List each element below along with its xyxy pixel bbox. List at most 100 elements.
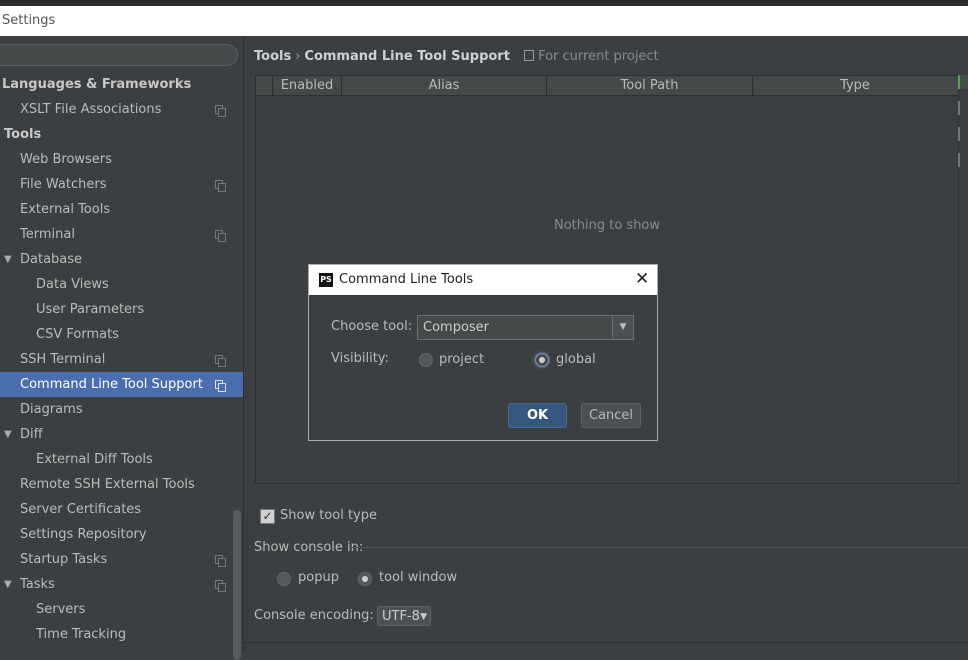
console-tool-window-label[interactable]: tool window <box>379 570 457 585</box>
dropdown-arrow-icon[interactable]: ▼ <box>612 316 633 339</box>
sidebar-item[interactable]: ▼ Tasks <box>0 572 243 597</box>
table-toolbar <box>958 75 968 205</box>
sidebar-item[interactable]: Servers <box>0 597 243 622</box>
column-header-spacer <box>256 76 273 95</box>
dropdown-arrow-icon: ▼ <box>420 612 427 622</box>
column-header-enabled[interactable]: Enabled <box>273 76 342 95</box>
project-scope-icon <box>215 230 226 242</box>
sidebar-scrollbar[interactable] <box>233 510 241 660</box>
console-encoding-select[interactable]: UTF-8 ▼ <box>377 606 431 626</box>
breadcrumb: Tools › Command Line Tool Support For curr… <box>254 47 659 67</box>
visibility-label: Visibility: <box>331 351 389 366</box>
breadcrumb-separator: › <box>295 49 301 64</box>
sidebar-item-label: SSH Terminal <box>20 352 106 367</box>
sidebar-item-label: Languages & Frameworks <box>2 77 192 92</box>
expand-arrow-icon[interactable]: ▼ <box>4 247 12 272</box>
show-console-in-label: Show console in: <box>254 540 364 555</box>
sidebar-item[interactable]: Startup Tasks <box>0 547 243 572</box>
sidebar-item[interactable]: User Parameters <box>0 297 243 322</box>
page-title: Command Line Tool Support <box>304 49 510 64</box>
sidebar-item-label: Time Tracking <box>36 627 127 642</box>
sidebar-item[interactable]: ▼ Database <box>0 247 243 272</box>
edit-icon[interactable] <box>958 127 968 141</box>
project-scope-icon <box>215 105 226 117</box>
project-scope-icon <box>215 555 226 567</box>
sidebar-item-label: Tasks <box>20 577 55 592</box>
section-divider <box>350 547 968 548</box>
console-encoding-label: Console encoding: <box>254 608 374 623</box>
sidebar-item[interactable]: File Watchers <box>0 172 243 197</box>
show-tool-type-label[interactable]: Show tool type <box>280 508 377 523</box>
copy-icon[interactable] <box>958 153 968 167</box>
bottom-divider <box>243 642 968 643</box>
project-scope-icon <box>215 580 226 592</box>
visibility-project-label[interactable]: project <box>439 352 484 367</box>
scope-text: For current project <box>538 49 659 64</box>
sidebar-item[interactable]: Diagrams <box>0 397 243 422</box>
sidebar-item-label: Command Line Tool Support <box>20 377 203 392</box>
sidebar-item[interactable]: Time Tracking <box>0 622 243 647</box>
settings-sidebar: Languages & Frameworks XSLT File Associat… <box>0 36 244 660</box>
breadcrumb-parent[interactable]: Tools <box>254 49 291 64</box>
command-line-tools-dialog: PS Command Line Tools ✕ Choose tool: Com… <box>308 264 658 441</box>
show-tool-type-checkbox[interactable]: ✓ <box>260 509 275 524</box>
sidebar-item[interactable]: Languages & Frameworks <box>0 72 243 97</box>
console-popup-radio[interactable] <box>277 572 291 586</box>
column-header-type[interactable]: Type <box>753 76 957 95</box>
project-scope-icon <box>215 355 226 367</box>
close-icon[interactable]: ✕ <box>635 270 649 288</box>
sidebar-item[interactable]: Web Browsers <box>0 147 243 172</box>
sidebar-item-label: Tools <box>4 127 42 142</box>
remove-icon[interactable] <box>958 101 968 115</box>
sidebar-item[interactable]: Remote SSH External Tools <box>0 472 243 497</box>
phpstorm-logo-icon: PS <box>319 273 333 287</box>
sidebar-item[interactable]: XSLT File Associations <box>0 97 243 122</box>
sidebar-item[interactable]: Server Certificates <box>0 497 243 522</box>
sidebar-item-label: XSLT File Associations <box>20 102 162 117</box>
sidebar-item[interactable]: Command Line Tool Support <box>0 372 243 397</box>
visibility-project-radio[interactable] <box>419 353 433 367</box>
expand-arrow-icon[interactable]: ▼ <box>4 572 12 597</box>
sidebar-item[interactable]: ▼ Diff <box>0 422 243 447</box>
sidebar-item[interactable]: External Tools <box>0 197 243 222</box>
sidebar-item-label: External Tools <box>20 202 111 217</box>
column-header-tool-path[interactable]: Tool Path <box>547 76 753 95</box>
sidebar-item[interactable]: Settings Repository <box>0 522 243 547</box>
sidebar-item-label: External Diff Tools <box>36 452 153 467</box>
window-title: Settings <box>2 13 56 28</box>
expand-arrow-icon[interactable]: ▼ <box>4 422 12 447</box>
ok-button[interactable]: OK <box>508 403 567 428</box>
console-encoding-value: UTF-8 <box>382 609 420 624</box>
sidebar-item[interactable]: External Diff Tools <box>0 447 243 472</box>
empty-table-message: Nothing to show <box>553 218 661 233</box>
sidebar-item-label: User Parameters <box>36 302 145 317</box>
sidebar-item[interactable]: Tools <box>0 122 243 147</box>
sidebar-item-label: Settings Repository <box>20 527 147 542</box>
project-scope-icon <box>215 380 226 392</box>
console-popup-label[interactable]: popup <box>298 570 339 585</box>
dialog-title-bar: PS Command Line Tools ✕ <box>309 265 657 295</box>
choose-tool-select[interactable]: Composer ▼ <box>417 315 634 340</box>
sidebar-item[interactable]: CSV Formats <box>0 322 243 347</box>
sidebar-item[interactable]: Terminal <box>0 222 243 247</box>
sidebar-item-label: Data Views <box>36 277 109 292</box>
sidebar-item-label: Diagrams <box>20 402 83 417</box>
settings-search-input[interactable] <box>0 44 238 66</box>
scope-note: For current project <box>524 49 659 64</box>
project-scope-icon <box>215 180 226 192</box>
sidebar-item[interactable]: SSH Terminal <box>0 347 243 372</box>
visibility-global-label[interactable]: global <box>556 352 596 367</box>
add-icon[interactable] <box>958 75 968 89</box>
cancel-button[interactable]: Cancel <box>581 403 641 428</box>
sidebar-item-label: Startup Tasks <box>20 552 108 567</box>
console-tool-window-radio[interactable] <box>358 572 372 586</box>
sidebar-item-label: File Watchers <box>20 177 107 192</box>
dialog-title: Command Line Tools <box>339 272 474 287</box>
sidebar-item[interactable]: Data Views <box>0 272 243 297</box>
sidebar-item-label: Diff <box>20 427 43 442</box>
sidebar-item-label: Servers <box>36 602 86 617</box>
table-header: Enabled Alias Tool Path Type <box>256 76 958 96</box>
sidebar-item-label: Remote SSH External Tools <box>20 477 195 492</box>
visibility-global-radio[interactable] <box>535 353 549 367</box>
column-header-alias[interactable]: Alias <box>342 76 547 95</box>
